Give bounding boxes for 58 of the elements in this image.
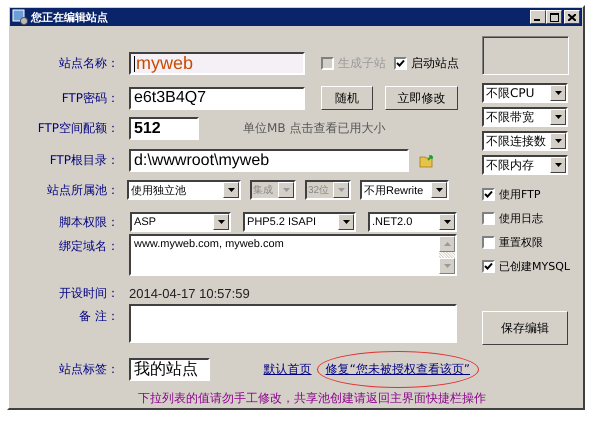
domains-text: www.myweb.com, myweb.com [134,238,285,250]
caret-icon [431,182,447,198]
checkbox[interactable]: 启动站点 [394,55,459,72]
field-label: 脚本权限： [58,214,119,230]
field-label: 站点标签： [58,361,119,378]
created-time: 2014-04-17 10:57:59 [129,286,250,301]
checkbox[interactable]: 重置权限 [482,235,570,250]
caret-icon [278,182,294,198]
dropdown[interactable]: 不限CPU [482,83,568,103]
field-label: FTP空间配额： [36,120,119,137]
field-label: FTP密码： [60,90,119,106]
dropdown[interactable]: 不限连接数 [482,131,568,151]
caret-icon [550,133,566,149]
dropdown[interactable]: PHP5.2 ISAPI [243,212,356,232]
checkbox[interactable]: 已创建MYSQL [482,259,570,274]
site-tag-field[interactable]: 我的站点 [129,358,210,381]
dialog-button[interactable]: 立即修改 [385,86,458,110]
caret-icon [213,214,229,230]
checkbox[interactable]: 使用日志 [482,211,570,226]
close-icon [568,14,576,20]
close-button[interactable] [564,10,580,24]
checkbox[interactable]: 使用FTP [482,187,570,202]
domains-field[interactable]: www.myweb.com, myweb.com [129,234,457,276]
link[interactable]: 修复“您未被授权查看该页” [316,351,479,388]
dropdown[interactable]: 不限带宽 [482,107,568,127]
quota-hint[interactable]: 单位MB 点击查看已用大小 [243,120,386,137]
ftp-password-field[interactable]: e6t3B4Q7 [129,86,305,110]
dropdown[interactable]: ASP [130,212,231,232]
field-label: FTP根目录： [48,152,119,169]
field-label: 开设时间： [58,285,119,302]
save-button[interactable]: 保存编辑 [482,311,568,345]
field-label: 站点所属池： [46,182,119,198]
dropdown[interactable]: 不用Rewrite [360,180,449,200]
site-name-field[interactable]: myweb [129,52,305,75]
caret-icon [550,109,566,125]
dropdown[interactable]: 不限内存 [482,155,568,175]
link[interactable]: 默认首页 [264,361,312,378]
app-icon [12,9,28,25]
caret-icon [439,214,455,230]
dialog-button[interactable]: 随机 [321,86,373,110]
caret-icon [550,85,566,101]
window-title: 您正在编辑站点 [31,10,109,24]
field-label: 绑定域名： [58,238,119,255]
remark-field[interactable] [129,304,457,343]
caret-icon [223,182,239,198]
caret-icon [338,214,354,230]
notice-text: 下拉列表的值请勿手工修改，共享池创建请返回主界面快捷栏操作 [138,390,486,407]
maximize-icon [550,12,558,22]
caret-icon [550,157,566,173]
ftp-root-field[interactable]: d:\wwwroot\myweb [129,149,409,172]
field-label: 备 注： [78,308,119,325]
field-label: 站点名称： [58,55,119,72]
dropdown[interactable]: 使用独立池 [127,180,241,200]
ftp-quota-field[interactable]: 512 [129,117,199,140]
caret-icon [333,182,349,198]
minimize-button[interactable] [530,10,546,24]
dropdown[interactable]: .NET2.0 [368,212,457,232]
maximize-button[interactable] [546,10,562,24]
